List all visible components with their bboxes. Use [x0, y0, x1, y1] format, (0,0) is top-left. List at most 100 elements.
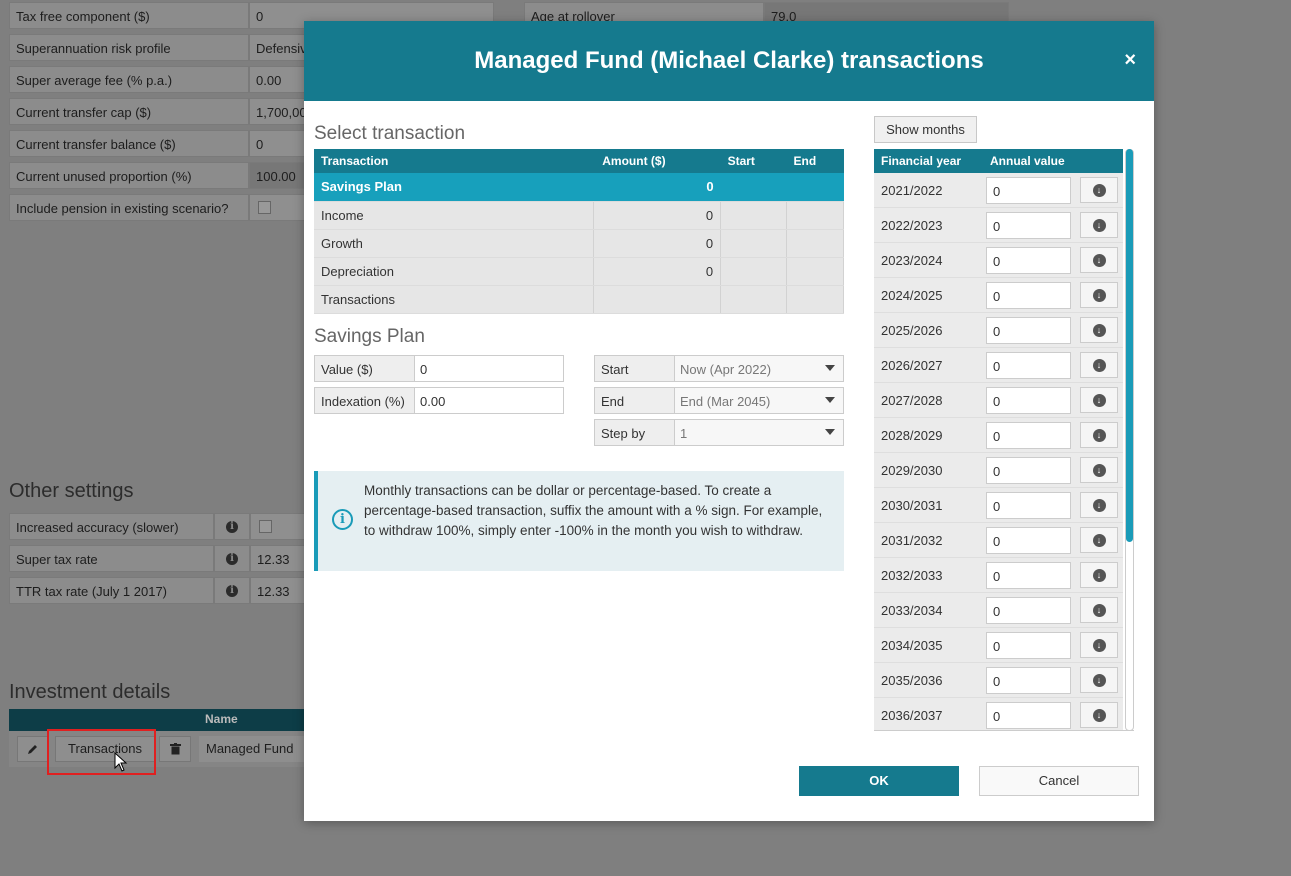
start-field: Start Now (Apr 2022)	[594, 355, 844, 382]
annual-value-input[interactable]: 0	[986, 246, 1071, 274]
fy-year: 2027/2028	[881, 392, 943, 408]
ok-button[interactable]: OK	[799, 766, 959, 796]
modal-title: Managed Fund (Michael Clarke) transactio…	[474, 47, 984, 74]
transaction-row-income[interactable]: Income 0	[314, 201, 844, 230]
fill-down-button[interactable]: ↓	[1080, 597, 1118, 623]
fill-down-button[interactable]: ↓	[1080, 317, 1118, 343]
bg-value[interactable]: 0.00	[249, 66, 309, 93]
bg-label: Current transfer balance ($)	[9, 130, 249, 157]
show-months-button[interactable]: Show months	[874, 116, 977, 143]
fill-down-button[interactable]: ↓	[1080, 527, 1118, 553]
fill-down-button[interactable]: ↓	[1080, 632, 1118, 658]
fill-down-button[interactable]: ↓	[1080, 562, 1118, 588]
fill-down-button[interactable]: ↓	[1080, 282, 1118, 308]
value-input[interactable]: 0	[415, 356, 563, 381]
transaction-amount: 0	[593, 257, 722, 286]
info-icon[interactable]: i	[214, 577, 250, 604]
table-header-row: Transaction Amount ($) Start End	[314, 149, 844, 173]
annual-value-input[interactable]: 0	[986, 666, 1071, 694]
bg-label: Current transfer cap ($)	[9, 98, 249, 125]
fill-down-button[interactable]: ↓	[1080, 352, 1118, 378]
indexation-input[interactable]: 0.00	[415, 388, 563, 413]
transaction-row-savings-plan[interactable]: Savings Plan 0	[314, 173, 844, 202]
start-select-value: Now (Apr 2022)	[680, 362, 772, 377]
annual-value-input[interactable]: 0	[986, 456, 1071, 484]
fy-year: 2034/2035	[881, 637, 943, 653]
scrollbar-thumb[interactable]	[1126, 149, 1133, 542]
annual-value-input[interactable]: 0	[986, 596, 1071, 624]
fy-year: 2032/2033	[881, 567, 943, 583]
fill-down-button[interactable]: ↓	[1080, 422, 1118, 448]
increased-accuracy-checkbox[interactable]	[259, 520, 272, 533]
fill-down-button[interactable]: ↓	[1080, 177, 1118, 203]
fy-row: 2030/2031 0 ↓	[874, 488, 1123, 523]
fy-year: 2025/2026	[881, 322, 943, 338]
arrow-down-circle-icon: ↓	[1092, 533, 1106, 547]
bg-label: Include pension in existing scenario?	[9, 194, 249, 221]
investment-details-heading: Investment details	[9, 681, 171, 703]
delete-button[interactable]	[159, 736, 191, 762]
transaction-row-depreciation[interactable]: Depreciation 0	[314, 257, 844, 286]
transaction-row-growth[interactable]: Growth 0	[314, 229, 844, 258]
annual-value-input[interactable]: 0	[986, 351, 1071, 379]
transaction-end	[786, 257, 844, 286]
arrow-down-circle-icon: ↓	[1092, 358, 1106, 372]
annual-value-input[interactable]: 0	[986, 526, 1071, 554]
step-select[interactable]: 1	[675, 420, 843, 445]
fill-down-button[interactable]: ↓	[1080, 702, 1118, 728]
arrow-down-circle-icon: ↓	[1092, 638, 1106, 652]
bg-value[interactable]: 12.33	[250, 577, 310, 604]
transaction-start	[720, 257, 788, 286]
transaction-end	[786, 229, 844, 258]
annual-value-input[interactable]: 0	[986, 211, 1071, 239]
annual-value-input[interactable]: 0	[986, 316, 1071, 344]
bg-row-transfer-balance: Current transfer balance ($) 0	[9, 130, 309, 157]
annual-value-input[interactable]: 0	[986, 281, 1071, 309]
fill-down-button[interactable]: ↓	[1080, 387, 1118, 413]
edit-button[interactable]	[17, 736, 49, 762]
annual-value-input[interactable]: 0	[986, 176, 1071, 204]
arrow-down-circle-icon: ↓	[1092, 183, 1106, 197]
transaction-table: Transaction Amount ($) Start End Savings…	[314, 149, 844, 314]
step-field: Step by 1	[594, 419, 844, 446]
bg-value[interactable]: 12.33	[250, 545, 310, 572]
bg-value[interactable]: 1,700,000	[249, 98, 309, 125]
bg-value[interactable]: 0	[249, 130, 309, 157]
include-pension-checkbox[interactable]	[258, 201, 271, 214]
fill-down-button[interactable]: ↓	[1080, 247, 1118, 273]
fy-row: 2034/2035 0 ↓	[874, 628, 1123, 663]
annual-value-input[interactable]: 0	[986, 701, 1071, 729]
transaction-row-transactions[interactable]: Transactions	[314, 285, 844, 314]
bg-value: 100.00	[249, 162, 309, 189]
fill-down-button[interactable]: ↓	[1080, 492, 1118, 518]
info-icon[interactable]: i	[214, 513, 250, 540]
end-select-value: End (Mar 2045)	[680, 394, 771, 409]
fy-row: 2029/2030 0 ↓	[874, 453, 1123, 488]
transaction-amount: 0	[593, 229, 722, 258]
fill-down-button[interactable]: ↓	[1080, 212, 1118, 238]
fill-down-button[interactable]: ↓	[1080, 457, 1118, 483]
bg-label: Increased accuracy (slower)	[9, 513, 214, 540]
annual-value-input[interactable]: 0	[986, 561, 1071, 589]
fy-row: 2035/2036 0 ↓	[874, 663, 1123, 698]
bg-value[interactable]: Defensive	[249, 34, 309, 61]
end-select[interactable]: End (Mar 2045)	[675, 388, 843, 413]
close-button[interactable]: ×	[1124, 49, 1136, 72]
fy-year: 2029/2030	[881, 462, 943, 478]
bg-row-ttr-tax: TTR tax rate (July 1 2017) i 12.33	[9, 577, 310, 604]
annual-value-input[interactable]: 0	[986, 631, 1071, 659]
cancel-button[interactable]: Cancel	[979, 766, 1139, 796]
annual-value-input[interactable]: 0	[986, 386, 1071, 414]
start-select[interactable]: Now (Apr 2022)	[675, 356, 843, 381]
transaction-name: Transactions	[314, 285, 595, 314]
pencil-icon	[28, 745, 37, 754]
annual-value-input[interactable]: 0	[986, 491, 1071, 519]
step-select-value: 1	[680, 426, 688, 441]
bg-label: Super tax rate	[9, 545, 214, 572]
annual-value-input[interactable]: 0	[986, 421, 1071, 449]
fy-row: 2028/2029 0 ↓	[874, 418, 1123, 453]
mouse-cursor-icon	[114, 752, 128, 772]
fy-year: 2031/2032	[881, 532, 943, 548]
fill-down-button[interactable]: ↓	[1080, 667, 1118, 693]
info-icon[interactable]: i	[214, 545, 250, 572]
